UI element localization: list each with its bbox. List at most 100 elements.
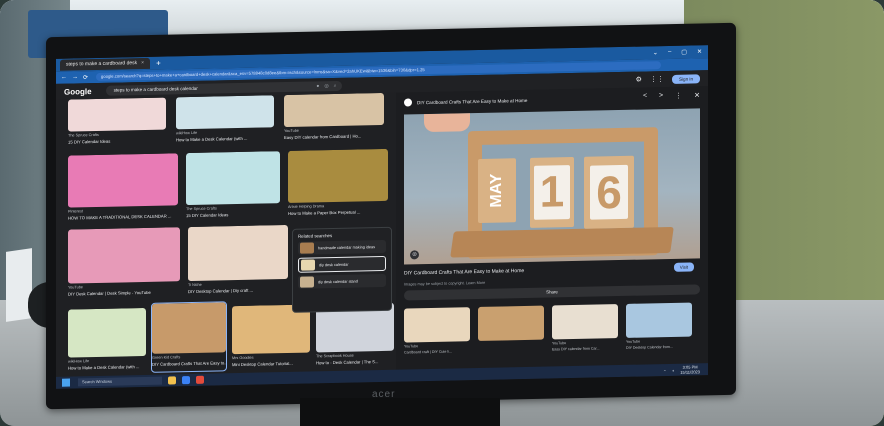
result-thumbnail[interactable]: [284, 92, 384, 128]
mic-icon[interactable]: ●: [316, 81, 319, 91]
preview-header: DIY Cardboard Crafts That Are Easy to Ma…: [404, 96, 527, 107]
volume-icon[interactable]: ◖: [672, 367, 674, 372]
result-title[interactable]: DIY Cardboard Crafts That Are Easy to...: [152, 360, 226, 367]
result-card[interactable]: wikiHow Life How to Make a Desk Calendar…: [68, 307, 146, 374]
taskbar-search-input[interactable]: Search Windows: [78, 376, 162, 387]
window-controls: ⌄ – ▢ ✕: [653, 48, 708, 56]
result-thumbnail[interactable]: [186, 151, 280, 206]
result-card[interactable]: Mrs Goodies Mini Desktop Calendar Tutori…: [232, 304, 310, 371]
result-thumbnail[interactable]: [68, 227, 180, 284]
network-icon[interactable]: ◔: [663, 368, 665, 373]
result-title[interactable]: How to Make a Paper Box Perpetual ...: [288, 209, 388, 216]
browser-tab[interactable]: steps to make a cardboard desk ×: [60, 57, 151, 71]
related-item[interactable]: handmade calendar making ideas: [298, 239, 386, 255]
result-thumbnail[interactable]: [152, 302, 226, 354]
more-icon[interactable]: ⋮: [675, 92, 682, 100]
day-block-tens: 1: [530, 156, 574, 228]
back-icon[interactable]: ←: [61, 75, 67, 81]
related-heading: Related searches: [298, 233, 333, 239]
related-thumbnail: [300, 276, 314, 288]
result-card[interactable]: wikiHow Life How to Make a Desk Calendar…: [176, 95, 274, 147]
tab-close-icon[interactable]: ×: [141, 58, 144, 69]
related-image[interactable]: [478, 305, 544, 341]
apps-icon[interactable]: ⋮⋮: [650, 75, 664, 83]
related-searches: Related searches handmade calendar makin…: [292, 226, 392, 313]
result-title[interactable]: DIY Desk Calendar | Desk Simple - YouTub…: [68, 289, 180, 297]
result-title[interactable]: DIY Desktop Calendar | Diy craft ...: [188, 287, 288, 294]
result-card[interactable]: YouTube Easy DIY calendar from Cardboard…: [284, 92, 384, 145]
result-thumbnail[interactable]: [68, 307, 146, 358]
related-image[interactable]: [404, 307, 470, 343]
chrome-icon[interactable]: [196, 375, 204, 384]
related-image[interactable]: [626, 302, 692, 338]
preview-caption[interactable]: DIY Cardboard Crafts That Are Easy to Ma…: [404, 268, 524, 277]
search-input[interactable]: steps to make a cardboard desk calendar …: [105, 80, 342, 96]
result-title[interactable]: HOW TO MAKE A TRADITIONAL DESK CALENDAR …: [68, 213, 178, 220]
selected-result-card[interactable]: Green Kid Crafts DIY Cardboard Crafts Th…: [151, 301, 227, 373]
next-icon[interactable]: >: [659, 92, 663, 100]
result-title[interactable]: Easy DIY calendar from Cardboard | Ho...: [284, 133, 384, 140]
result-card[interactable]: The Spruce Crafts 15 DIY Calendar Ideas: [186, 151, 280, 221]
tab-title: steps to make a cardboard desk: [66, 60, 138, 68]
result-title[interactable]: 15 DIY Calendar Ideas: [68, 138, 166, 145]
result-card[interactable]: The Scrapbook House How to - Desk Calend…: [316, 302, 394, 369]
close-icon[interactable]: ✕: [697, 48, 702, 55]
close-preview-icon[interactable]: ✕: [694, 91, 700, 99]
search-icon[interactable]: ⌕: [334, 81, 337, 91]
related-thumbnail: [301, 259, 315, 271]
image-results-grid: The Spruce Crafts 15 DIY Calendar Ideas …: [68, 92, 394, 374]
result-title[interactable]: Mini Desktop Calendar Tutorial...: [232, 361, 310, 367]
maximize-icon[interactable]: ▢: [681, 49, 687, 56]
google-logo[interactable]: Google: [64, 87, 92, 97]
result-source: Mrs Goodies: [232, 355, 254, 361]
result-title[interactable]: How to - Desk Calendar | The S...: [316, 359, 394, 365]
related-image-title[interactable]: DIY Desktop Calendar from...: [626, 345, 692, 350]
sign-in-button[interactable]: Sign in: [671, 73, 700, 84]
file-explorer-icon[interactable]: [168, 376, 176, 385]
lens-icon[interactable]: ◎: [324, 81, 328, 91]
tab-search-icon[interactable]: ⌄: [653, 49, 658, 56]
result-thumbnail[interactable]: [176, 95, 274, 130]
prev-icon[interactable]: <: [643, 92, 647, 100]
result-thumbnail[interactable]: [188, 224, 288, 282]
windows-start-icon[interactable]: [62, 378, 70, 387]
result-thumbnail[interactable]: [68, 97, 166, 132]
result-thumbnail[interactable]: [288, 148, 388, 203]
share-button[interactable]: Share: [404, 284, 700, 301]
related-image-source: YouTube: [404, 344, 419, 349]
visit-button[interactable]: Visit: [673, 262, 694, 272]
result-card[interactable]: The Spruce Crafts 15 DIY Calendar Ideas: [68, 97, 166, 150]
clock[interactable]: 3:05 PM 15/11/2023: [680, 364, 700, 374]
result-card[interactable]: Ti Niche DIY Desktop Calendar | Diy craf…: [188, 224, 288, 297]
related-image-title[interactable]: Cardboard craft | DIY Cute li...: [404, 349, 470, 355]
related-image-title[interactable]: Easy DIY calendar from Car...: [552, 346, 618, 351]
related-image-source: YouTube: [552, 341, 567, 346]
related-label: handmade calendar making ideas: [318, 244, 375, 250]
result-source: Artsie Helping Drama: [288, 204, 325, 209]
result-thumbnail[interactable]: [68, 153, 178, 208]
result-title[interactable]: How to Make a Desk Calendar (with ...: [176, 135, 274, 142]
preview-image[interactable]: MAY 1 6 ◎: [404, 108, 700, 265]
related-item[interactable]: diy desk calendar: [298, 255, 386, 273]
clock-date: 15/11/2023: [680, 369, 700, 375]
preview-source[interactable]: DIY Cardboard Crafts That Are Easy to Ma…: [417, 97, 527, 104]
result-title[interactable]: 15 DIY Calendar Ideas: [186, 211, 280, 218]
google-lens-icon[interactable]: ◎: [410, 250, 419, 260]
minimize-icon[interactable]: –: [668, 49, 671, 56]
related-item[interactable]: diy desk calendar stand: [298, 273, 386, 289]
result-source: Green Kid Crafts: [152, 355, 181, 360]
new-tab-button[interactable]: +: [156, 58, 161, 69]
reload-icon[interactable]: ⟳: [83, 74, 88, 81]
settings-icon[interactable]: ⚙: [636, 76, 642, 84]
result-card[interactable]: YouTube DIY Desk Calendar | Desk Simple …: [68, 227, 180, 299]
preview-controls: < > ⋮ ✕: [643, 91, 700, 100]
day-block-ones: 6: [584, 155, 634, 229]
result-card[interactable]: Pinterest HOW TO MAKE A TRADITIONAL DESK…: [68, 153, 178, 223]
system-tray: ◔ ◖ 3:05 PM 15/11/2023: [663, 364, 700, 375]
result-title[interactable]: How to Make a Desk Calendar (with ...: [68, 364, 146, 370]
calendar-base: [450, 226, 674, 258]
result-card[interactable]: Artsie Helping Drama How to Make a Paper…: [288, 148, 388, 219]
related-image[interactable]: [552, 304, 618, 340]
edge-icon[interactable]: [182, 376, 190, 385]
forward-icon[interactable]: →: [72, 74, 78, 80]
